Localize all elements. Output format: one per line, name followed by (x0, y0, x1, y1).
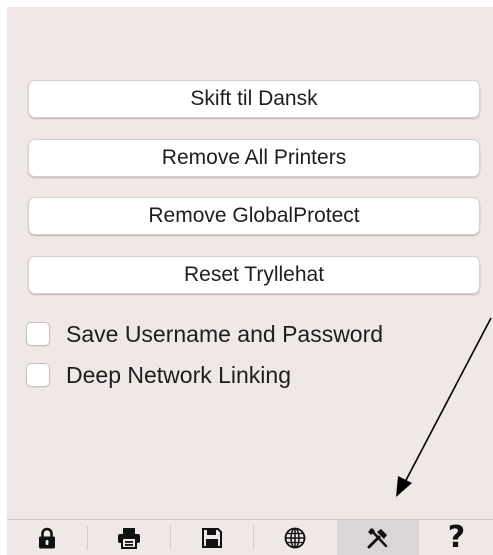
tab-printers[interactable] (88, 520, 170, 555)
reset-tryllehat-button[interactable]: Reset Tryllehat (28, 256, 480, 294)
globe-icon (284, 527, 306, 548)
tools-icon (367, 527, 388, 548)
deep-network-linking-label: Deep Network Linking (66, 361, 292, 388)
tab-tools[interactable] (337, 520, 419, 555)
switch-language-button[interactable]: Skift til Dansk (28, 80, 480, 118)
help-icon: ? (447, 519, 466, 555)
tab-help[interactable]: ? (420, 520, 493, 555)
remove-globalprotect-button[interactable]: Remove GlobalProtect (28, 197, 480, 235)
tab-security[interactable] (7, 520, 87, 555)
save-icon (202, 527, 222, 548)
printer-icon (118, 527, 140, 549)
remove-all-printers-button[interactable]: Remove All Printers (28, 139, 480, 177)
tab-bar: ? (7, 519, 493, 555)
tab-save[interactable] (171, 520, 253, 555)
save-credentials-label: Save Username and Password (66, 320, 384, 347)
deep-network-linking-checkbox[interactable] (26, 363, 50, 387)
save-credentials-option[interactable]: Save Username and Password (26, 320, 383, 348)
save-credentials-checkbox[interactable] (26, 322, 50, 346)
tab-network[interactable] (254, 520, 336, 555)
lock-icon (39, 527, 55, 548)
deep-network-linking-option[interactable]: Deep Network Linking (26, 361, 291, 389)
